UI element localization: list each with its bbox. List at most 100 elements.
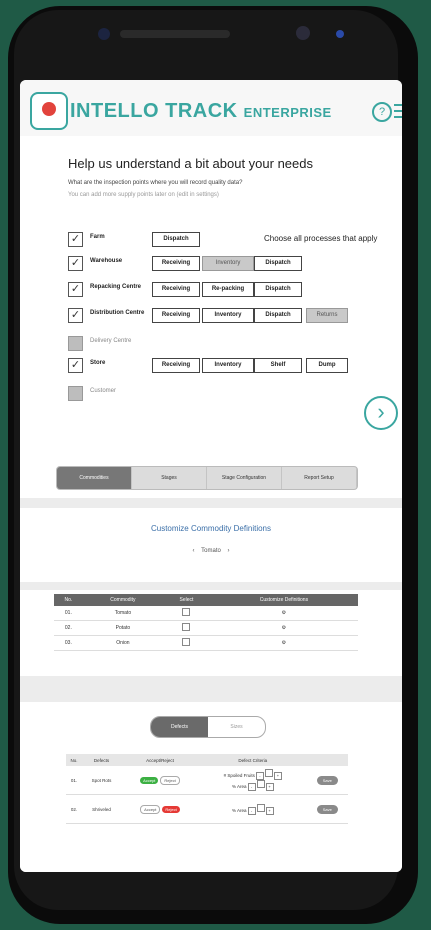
stepper-control[interactable] (264, 769, 273, 777)
defect-name: Spot Rots (82, 766, 122, 795)
camera-icon (98, 28, 110, 40)
process-stage-button[interactable]: Receiving (152, 256, 200, 271)
brand-title: INTELLO TRACK ENTERPRISE (70, 100, 332, 123)
setup-tab[interactable]: Stages (132, 467, 207, 489)
criteria-cell: % Area - + (198, 794, 307, 824)
settings-gear-icon[interactable]: ⚙ (209, 606, 358, 621)
column-header: No. (66, 754, 83, 766)
table-row: 02. Shriveled Accept Reject% Area - + Save (66, 794, 348, 824)
process-row: ✓ Distribution Centre Receiving Inventory Di… (68, 308, 368, 328)
stepper-control[interactable]: - (247, 806, 256, 815)
brand-name: INTELLO TRACK (70, 100, 238, 122)
divider-band (20, 498, 402, 508)
save-button[interactable]: Save (316, 804, 338, 814)
process-label: Delivery Centre (90, 338, 132, 344)
divider-band (20, 582, 402, 590)
commodity-select-cell (163, 620, 210, 636)
inspection-question: What are the inspection points where you… (68, 180, 243, 186)
process-stage-button[interactable]: Dispatch (152, 232, 200, 247)
current-commodity: Tomato (201, 548, 221, 554)
process-checkbox[interactable] (68, 386, 83, 401)
setup-tab[interactable]: Commodities (57, 467, 132, 489)
next-button[interactable]: › (364, 396, 398, 430)
save-button[interactable]: Save (316, 775, 338, 785)
criteria-line: # Spoiled Fruits - + (200, 769, 306, 780)
process-stage-button[interactable]: Dispatch (254, 256, 302, 271)
criteria-line: % Area - + (200, 803, 306, 815)
page-title: Help us understand a bit about your need… (68, 156, 314, 171)
stepper-control[interactable]: + (273, 772, 282, 780)
settings-gear-icon[interactable]: ⚙ (209, 620, 358, 636)
process-stage-button[interactable]: Shelf (254, 358, 302, 373)
stepper-control[interactable]: + (265, 783, 274, 791)
table-row: 01. Tomato ⚙ (54, 606, 358, 621)
setup-tab[interactable]: Stage Configuration (207, 467, 282, 489)
table-row: 03. Onion ⚙ (54, 635, 358, 651)
process-checkbox[interactable]: ✓ (68, 256, 83, 271)
menu-icon[interactable] (394, 104, 402, 122)
commodity-pager: ‹ Tomato › (20, 548, 402, 554)
process-stage-button[interactable]: Receiving (152, 358, 200, 373)
process-checkbox[interactable] (68, 336, 83, 351)
column-header: Select (163, 594, 210, 606)
process-row: ✓ Farm Dispatch (68, 232, 368, 252)
select-checkbox[interactable] (182, 623, 191, 631)
process-stage-button[interactable]: Receiving (152, 308, 200, 323)
save-cell: Save (306, 794, 348, 824)
prev-commodity-icon[interactable]: ‹ (192, 548, 194, 554)
defect-number: 01. (66, 766, 83, 795)
process-stage-button[interactable]: Dump (306, 358, 348, 373)
column-header: No. (54, 594, 83, 606)
process-stage-button[interactable]: Re-packing (202, 282, 254, 297)
process-checkbox[interactable]: ✓ (68, 282, 83, 297)
column-header: Accept/Reject (121, 754, 199, 766)
accept-button[interactable]: Accept (140, 776, 159, 784)
sizes-toggle-option[interactable]: Sizes (208, 717, 265, 737)
settings-gear-icon[interactable]: ⚙ (209, 635, 358, 651)
process-stage-button[interactable]: Dispatch (254, 282, 302, 297)
next-commodity-icon[interactable]: › (228, 548, 230, 554)
process-checkbox[interactable]: ✓ (68, 232, 83, 247)
stepper-control[interactable]: + (265, 806, 274, 815)
reject-button[interactable]: Reject (160, 775, 180, 785)
defects-sizes-toggle: Defects Sizes (150, 716, 266, 738)
process-stage-button[interactable]: Inventory (202, 358, 254, 373)
app-logo (30, 92, 68, 130)
select-checkbox[interactable] (182, 608, 191, 616)
setup-tab[interactable]: Report Setup (282, 467, 357, 489)
quantity-stepper[interactable]: - + (247, 780, 274, 791)
quantity-stepper[interactable]: - + (255, 769, 282, 780)
process-row: Delivery Centre (68, 336, 368, 356)
commodity-name: Tomato (82, 606, 164, 621)
process-stage-button[interactable]: Inventory (202, 256, 254, 271)
table-row: 02. Potato ⚙ (54, 620, 358, 636)
column-header: Customize Definitions (209, 594, 358, 606)
select-checkbox[interactable] (182, 638, 191, 646)
defects-table: No. Defects Accept/Reject Defect Criteria 0… (66, 754, 348, 824)
commodity-name: Onion (82, 635, 164, 651)
brand-subtitle: ENTERPRISE (243, 105, 332, 120)
process-stage-button[interactable]: Dispatch (254, 308, 302, 323)
quantity-stepper[interactable]: - + (247, 803, 274, 815)
column-header: Commodity (82, 594, 164, 606)
process-checkbox[interactable]: ✓ (68, 308, 83, 323)
process-stage-button[interactable]: Inventory (202, 308, 254, 323)
stepper-control[interactable]: - (247, 783, 256, 791)
process-stage-button[interactable]: Receiving (152, 282, 200, 297)
stepper-control[interactable]: - (255, 772, 264, 780)
help-icon[interactable]: ? (372, 102, 392, 122)
stepper-control[interactable] (256, 803, 265, 812)
defects-toggle-option[interactable]: Defects (151, 717, 208, 737)
divider-band (20, 676, 402, 702)
accept-button[interactable]: Accept (140, 804, 161, 814)
process-row: ✓ Store Receiving Inventory Shelf Dump (68, 358, 368, 378)
stepper-control[interactable] (256, 780, 265, 788)
process-label: Farm (90, 234, 105, 240)
reject-button[interactable]: Reject (162, 805, 180, 813)
criteria-cell: # Spoiled Fruits - +% Area - + (198, 766, 307, 795)
criteria-label: # Spoiled Fruits (223, 773, 255, 778)
process-checkbox[interactable]: ✓ (68, 358, 83, 373)
accept-reject-cell: Accept Reject (121, 794, 199, 824)
process-stage-button[interactable]: Returns (306, 308, 348, 323)
criteria-label: % Area (232, 784, 247, 789)
